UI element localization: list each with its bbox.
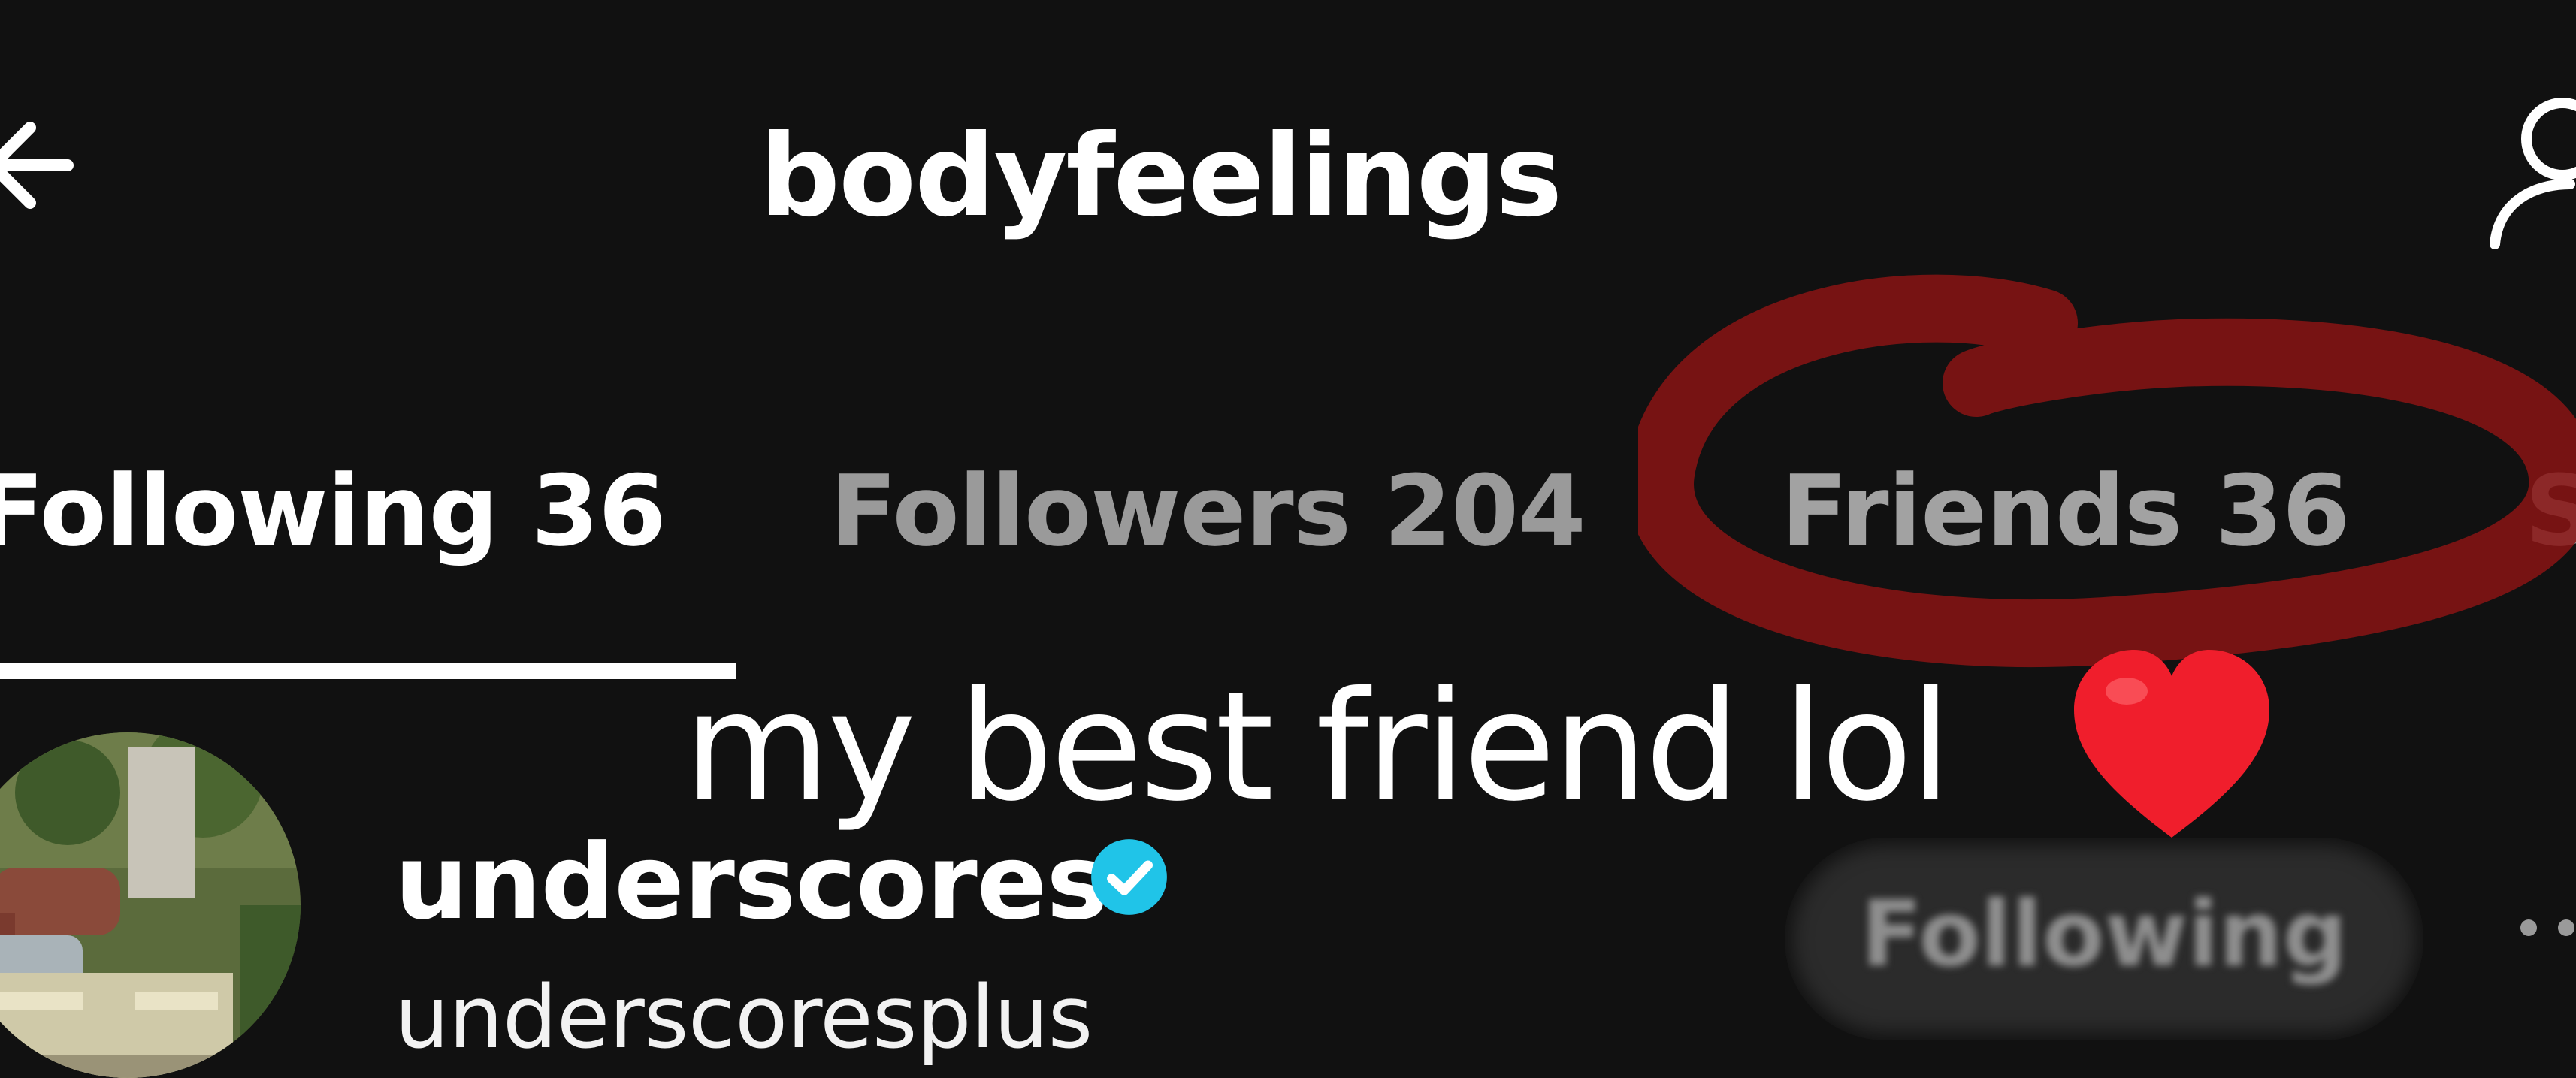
- tab-friends[interactable]: Friends 36: [1781, 454, 2350, 567]
- caption-text: my best friend lol: [684, 660, 1952, 835]
- verified-badge-icon: [1091, 839, 1167, 915]
- red-heart-icon: [2074, 650, 2269, 838]
- following-button-label: Following: [1861, 883, 2348, 987]
- user-handle: underscoresplus: [395, 968, 1093, 1068]
- tab-following[interactable]: Following 36: [0, 454, 667, 567]
- tab-followers[interactable]: Followers 204: [830, 454, 1586, 567]
- tab-suggested[interactable]: S: [2525, 454, 2576, 567]
- avatar[interactable]: [0, 732, 301, 1078]
- more-dots-icon[interactable]: [2510, 913, 2576, 943]
- page-title: bodyfeelings: [759, 111, 1563, 242]
- username[interactable]: underscores: [395, 823, 1108, 943]
- add-friend-icon[interactable]: [2480, 90, 2576, 255]
- active-tab-underline: [0, 663, 736, 679]
- following-button[interactable]: Following: [1785, 838, 2423, 1040]
